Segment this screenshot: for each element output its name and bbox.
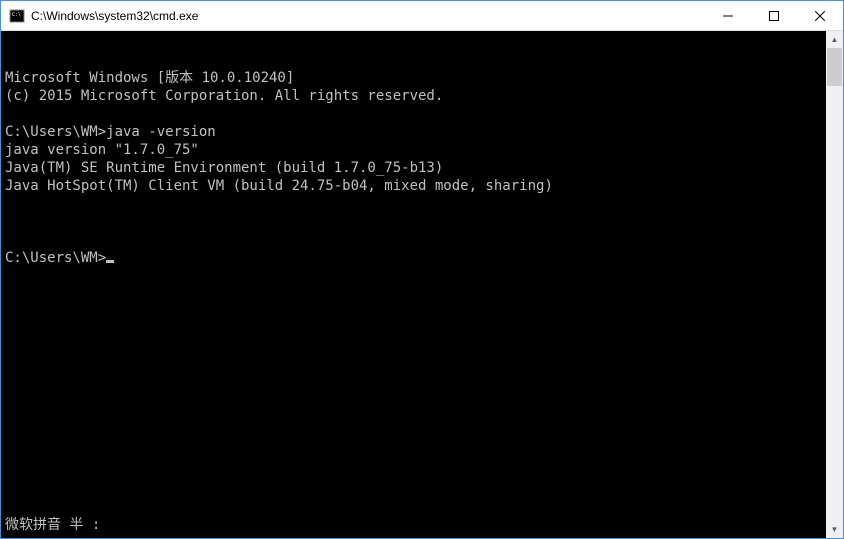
- scroll-down-button[interactable]: ▼: [826, 521, 843, 538]
- terminal-line: Java(TM) SE Runtime Environment (build 1…: [5, 159, 826, 177]
- terminal-line: C:\Users\WM>java -version: [5, 123, 826, 141]
- scroll-thumb[interactable]: [827, 48, 842, 86]
- maximize-button[interactable]: [751, 1, 797, 30]
- terminal[interactable]: Microsoft Windows [版本 10.0.10240](c) 201…: [1, 31, 826, 538]
- cmd-icon: C:\: [9, 8, 25, 24]
- terminal-line: [5, 195, 826, 213]
- window-controls: [705, 1, 843, 30]
- terminal-line: Microsoft Windows [版本 10.0.10240]: [5, 69, 826, 87]
- scroll-track[interactable]: [826, 48, 843, 521]
- prompt: C:\Users\WM>: [5, 250, 106, 266]
- terminal-container: Microsoft Windows [版本 10.0.10240](c) 201…: [1, 31, 843, 538]
- terminal-line: Java HotSpot(TM) Client VM (build 24.75-…: [5, 177, 826, 195]
- svg-text:C:\: C:\: [12, 12, 21, 18]
- terminal-line: (c) 2015 Microsoft Corporation. All righ…: [5, 87, 826, 105]
- scrollbar: ▲ ▼: [826, 31, 843, 538]
- terminal-line: [5, 105, 826, 123]
- ime-status: 微软拼音 半 :: [5, 516, 100, 534]
- titlebar: C:\ C:\Windows\system32\cmd.exe: [1, 1, 843, 31]
- scroll-up-button[interactable]: ▲: [826, 31, 843, 48]
- window-title: C:\Windows\system32\cmd.exe: [31, 9, 705, 23]
- terminal-line: java version "1.7.0_75": [5, 141, 826, 159]
- close-button[interactable]: [797, 1, 843, 30]
- cursor: [106, 260, 114, 263]
- minimize-button[interactable]: [705, 1, 751, 30]
